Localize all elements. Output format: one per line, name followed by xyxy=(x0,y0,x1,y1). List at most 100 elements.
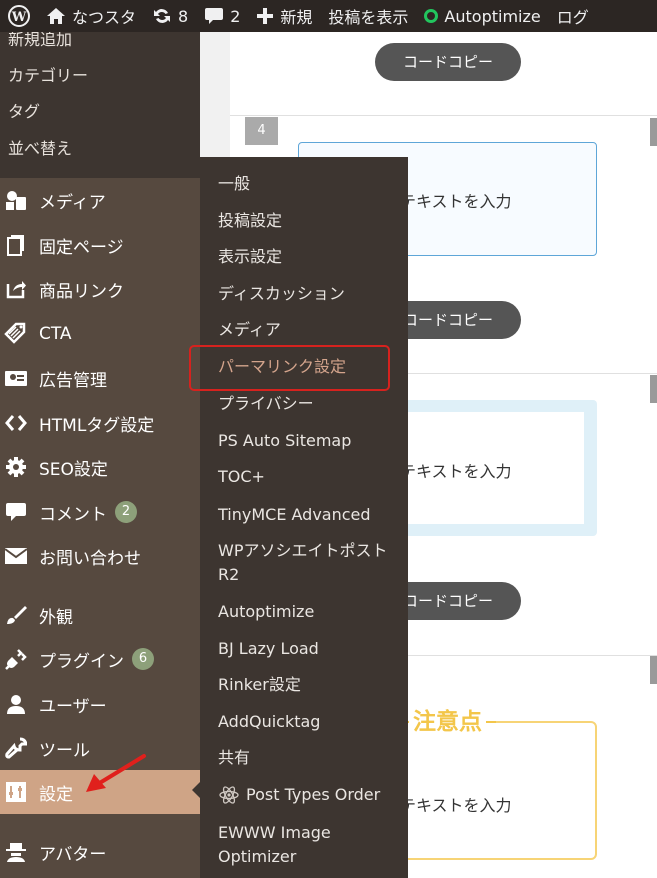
sidebar-item-label: SEO設定 xyxy=(39,459,108,480)
autoptimize-label: Autoptimize xyxy=(444,6,541,26)
code-icon xyxy=(5,415,27,431)
logout-label: ログ xyxy=(556,8,589,27)
sidebar-item-comments[interactable]: コメント 2 xyxy=(0,492,200,532)
plus-icon xyxy=(257,8,274,24)
submenu-item-media[interactable]: メディア xyxy=(218,318,402,342)
submenu-item-writing[interactable]: 投稿設定 xyxy=(218,209,402,233)
sidebar-item-label: CTA xyxy=(39,324,72,344)
sidebar-item-label: ユーザー xyxy=(39,696,107,717)
site-name-link[interactable]: なつスタ xyxy=(38,0,144,32)
submenu-item-privacy[interactable]: プライバシー xyxy=(218,392,402,416)
status-dot-icon xyxy=(424,9,439,23)
view-post-link[interactable]: 投稿を表示 xyxy=(320,0,416,32)
media-icon xyxy=(6,191,26,210)
submenu-item-reorder[interactable]: 並べ替え xyxy=(8,137,72,161)
submenu-item-ewww[interactable]: EWWW Image Optimizer xyxy=(218,821,358,869)
refresh-icon xyxy=(154,9,171,23)
annotation-arrow-icon xyxy=(86,754,146,792)
mail-icon xyxy=(4,548,28,564)
pages-icon xyxy=(7,235,24,256)
submenu-item-autoptimize[interactable]: Autoptimize xyxy=(218,600,402,624)
brush-icon xyxy=(7,606,27,624)
user-icon xyxy=(7,695,25,714)
sidebar-item-label: 広告管理 xyxy=(39,370,107,391)
sidebar-item-ads[interactable]: 広告管理 xyxy=(0,358,200,398)
submenu-item-post-types-order[interactable]: Post Types Order xyxy=(218,783,402,807)
sidebar-item-contact[interactable]: お問い合わせ xyxy=(0,536,200,576)
gear-icon xyxy=(6,457,26,477)
settings-submenu-flyout: 一般 投稿設定 表示設定 ディスカッション メディア パーマリンク設定 プライバ… xyxy=(200,157,408,878)
block-number-badge: 4 xyxy=(245,117,278,145)
sidebar-item-avatar[interactable]: アバター xyxy=(0,832,200,872)
svg-text:W: W xyxy=(11,10,27,25)
submenu-item-wp-associate-post[interactable]: WPアソシエイトポストR2 xyxy=(218,539,388,587)
admin-bar: W なつスタ 8 2 新規 投稿を表示 Autoptimize ログ xyxy=(0,0,657,32)
sidebar-item-label: HTMLタグ設定 xyxy=(39,415,155,436)
comments-link[interactable]: 2 xyxy=(196,0,248,32)
comments-count: 2 xyxy=(230,6,241,26)
avatar-icon xyxy=(6,843,26,862)
sidebar-item-label: 商品リンク xyxy=(39,281,124,302)
new-label: 新規 xyxy=(280,8,313,27)
tag-icon xyxy=(4,322,26,344)
updates-link[interactable]: 8 xyxy=(144,0,196,32)
sidebar-item-label: 設定 xyxy=(39,784,73,805)
sidebar-item-users[interactable]: ユーザー xyxy=(0,684,200,724)
submenu-item-addquicktag[interactable]: AddQuicktag xyxy=(218,710,402,734)
sidebar-item-label: 外観 xyxy=(39,607,73,628)
atom-icon xyxy=(219,786,239,804)
submenu-item-tinymce[interactable]: TinyMCE Advanced xyxy=(218,503,402,527)
sidebar-item-media[interactable]: メディア xyxy=(0,180,200,220)
home-icon xyxy=(47,8,65,24)
new-content-link[interactable]: 新規 xyxy=(248,0,320,32)
block-divider xyxy=(230,115,657,116)
submenu-item-ps-auto-sitemap[interactable]: PS Auto Sitemap xyxy=(218,429,402,453)
submenu-item-rinker[interactable]: Rinker設定 xyxy=(218,673,402,697)
sidebar-item-cta[interactable]: CTA xyxy=(0,314,200,354)
submenu-item-reading[interactable]: 表示設定 xyxy=(218,245,402,269)
site-name: なつスタ xyxy=(72,8,137,27)
submenu-item-categories[interactable]: カテゴリー xyxy=(8,64,88,88)
comment-bubble-icon xyxy=(205,8,224,24)
sidebar-item-label: メディア xyxy=(39,192,106,213)
autoptimize-link[interactable]: Autoptimize xyxy=(416,0,548,32)
share-icon xyxy=(6,281,26,299)
sidebar-item-html-tags[interactable]: HTMLタグ設定 xyxy=(0,403,200,443)
annotation-highlight-box xyxy=(189,345,390,391)
submenu-item-discussion[interactable]: ディスカッション xyxy=(218,282,402,306)
wordpress-logo-button[interactable]: W xyxy=(0,0,38,32)
view-post-label: 投稿を表示 xyxy=(328,8,409,27)
sidebar-item-label: プラグイン xyxy=(39,651,124,672)
wrench-icon xyxy=(5,737,27,759)
scroll-marker xyxy=(650,118,657,146)
scroll-marker xyxy=(650,656,657,684)
sidebar-item-appearance[interactable]: 外観 xyxy=(0,595,200,635)
current-indicator xyxy=(192,782,200,798)
submenu-item-general[interactable]: 一般 xyxy=(218,172,402,196)
submenu-item-sharing[interactable]: 共有 xyxy=(218,746,402,770)
sidebar-item-plugins[interactable]: プラグイン 6 xyxy=(0,639,200,679)
submenu-item-bj-lazy-load[interactable]: BJ Lazy Load xyxy=(218,637,402,661)
sidebar-item-label: お問い合わせ xyxy=(39,548,141,569)
text-box-placeholder: テキストを入力 xyxy=(400,796,512,815)
settings-icon xyxy=(6,782,26,802)
sidebar-item-label: コメント xyxy=(39,504,107,525)
sidebar-item-seo[interactable]: SEO設定 xyxy=(0,447,200,487)
logout-link[interactable]: ログ xyxy=(549,0,597,32)
wordpress-icon: W xyxy=(8,5,30,27)
plugin-icon xyxy=(5,649,27,670)
posts-submenu: 新規追加 カテゴリー タグ 並べ替え xyxy=(0,30,200,178)
ad-icon xyxy=(5,371,27,386)
submenu-item-tags[interactable]: タグ xyxy=(8,100,40,124)
plugin-update-badge: 6 xyxy=(132,648,154,670)
sidebar-item-label: アバター xyxy=(39,844,107,865)
text-box-placeholder: テキストを入力 xyxy=(400,192,512,211)
code-copy-button[interactable]: コードコピー xyxy=(375,43,521,81)
submenu-item-toc[interactable]: TOC+ xyxy=(218,465,402,489)
sidebar-item-pages[interactable]: 固定ページ xyxy=(0,225,200,265)
comment-count-badge: 2 xyxy=(115,501,137,523)
sidebar-item-label: 固定ページ xyxy=(39,237,124,258)
sidebar-item-product-link[interactable]: 商品リンク xyxy=(0,269,200,309)
submenu-item-label: Post Types Order xyxy=(246,785,381,804)
scroll-marker xyxy=(650,375,657,403)
